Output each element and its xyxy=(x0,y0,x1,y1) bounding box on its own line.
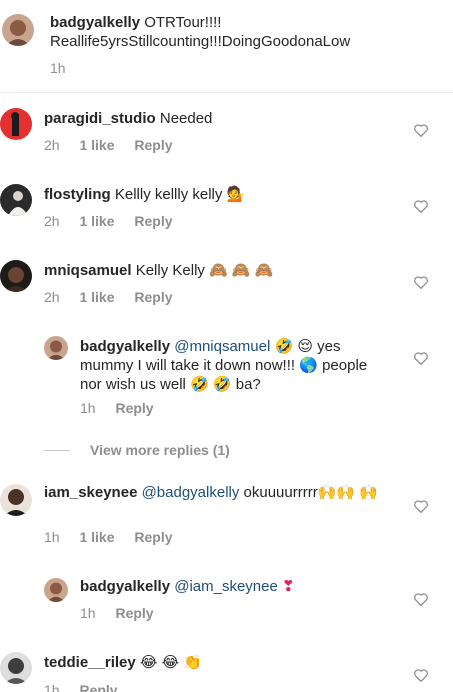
reply-time: 1h xyxy=(80,605,96,621)
reply-meta: 1h Reply xyxy=(80,400,170,416)
view-more-replies[interactable]: View more replies (1) xyxy=(44,442,230,458)
comment-text: paragidi_studio Needed xyxy=(44,109,212,128)
comment-time: 2h xyxy=(44,289,60,305)
comment-item: iam_skeynee @badgyalkelly okuuuurrrrr🙌🙌 … xyxy=(0,474,453,554)
avatar[interactable] xyxy=(0,184,32,216)
comment-meta: 2h 1 like Reply xyxy=(44,213,189,229)
comment-meta: 2h 1 like Reply xyxy=(44,137,189,153)
avatar[interactable] xyxy=(44,578,68,602)
like-icon[interactable] xyxy=(413,275,429,289)
reply-button[interactable]: Reply xyxy=(134,529,172,545)
comment-text: mniqsamuel Kelly Kelly 🙈 🙈 🙈 xyxy=(44,261,273,280)
comment-username[interactable]: teddie__riley xyxy=(44,654,136,671)
comment-likes[interactable]: 1 like xyxy=(79,213,114,229)
reply-username[interactable]: badgyalkelly xyxy=(80,578,170,595)
like-icon[interactable] xyxy=(413,592,429,606)
avatar[interactable] xyxy=(0,484,32,516)
caption-meta: 1h xyxy=(50,60,82,76)
comment-text: flostyling Kellly kellly kelly 💁 xyxy=(44,185,245,204)
comment-item: flostyling Kellly kellly kelly 💁 2h 1 li… xyxy=(0,176,453,246)
comment-text: teddie__riley 😂 😂 👏 xyxy=(44,653,202,672)
reply-username[interactable]: badgyalkelly xyxy=(80,338,170,355)
caption-block: badgyalkelly OTRTour!!!! Reallife5yrsSti… xyxy=(0,0,453,92)
comment-time: 1h xyxy=(44,682,60,692)
reply-button[interactable]: Reply xyxy=(115,605,153,621)
comment-content: Kelly Kelly 🙈 🙈 🙈 xyxy=(135,262,274,279)
avatar[interactable] xyxy=(2,14,34,46)
comment-time: 1h xyxy=(44,529,60,545)
comment-meta: 2h 1 like Reply xyxy=(44,289,189,305)
reply-text: badgyalkelly @iam_skeynee ❣ xyxy=(80,577,295,596)
comment-content: okuuuurrrrr🙌🙌 🙌 xyxy=(239,484,378,501)
comment-content: Kellly kellly kelly 💁 xyxy=(114,186,246,203)
like-icon[interactable] xyxy=(413,199,429,213)
like-icon[interactable] xyxy=(413,123,429,137)
comment-text: iam_skeynee @badgyalkelly okuuuurrrrr🙌🙌 … xyxy=(44,483,394,502)
like-icon[interactable] xyxy=(413,668,429,682)
avatar[interactable] xyxy=(0,260,32,292)
comment-content: Needed xyxy=(159,110,213,127)
reply-text: badgyalkelly @mniqsamuel 🤣 😌 yes mummy I… xyxy=(80,337,380,394)
comment-username[interactable]: mniqsamuel xyxy=(44,262,132,279)
avatar[interactable] xyxy=(44,336,68,360)
avatar[interactable] xyxy=(0,108,32,140)
like-icon[interactable] xyxy=(413,351,429,365)
comment-likes[interactable]: 1 like xyxy=(79,137,114,153)
reply-meta: 1h Reply xyxy=(80,605,170,621)
comment-time: 2h xyxy=(44,137,60,153)
comment-content: 😂 😂 👏 xyxy=(139,654,202,671)
avatar[interactable] xyxy=(0,652,32,684)
reply-button[interactable]: Reply xyxy=(134,213,172,229)
reply-button[interactable]: Reply xyxy=(134,137,172,153)
reply-mention[interactable]: @mniqsamuel xyxy=(174,338,270,355)
comment-likes[interactable]: 1 like xyxy=(79,289,114,305)
like-icon[interactable] xyxy=(413,499,429,513)
reply-button[interactable]: Reply xyxy=(115,400,153,416)
comment-time: 2h xyxy=(44,213,60,229)
comment-meta: 1h Reply xyxy=(44,682,134,692)
reply-button[interactable]: Reply xyxy=(79,682,117,692)
comment-likes[interactable]: 1 like xyxy=(79,529,114,545)
comment-mention[interactable]: @badgyalkelly xyxy=(142,484,240,501)
comment-username[interactable]: iam_skeynee xyxy=(44,484,137,501)
reply-time: 1h xyxy=(80,400,96,416)
divider xyxy=(0,92,453,93)
comment-item: paragidi_studio Needed 2h 1 like Reply xyxy=(0,100,453,170)
reply-mention[interactable]: @iam_skeynee xyxy=(174,578,278,595)
reply-button[interactable]: Reply xyxy=(134,289,172,305)
caption-username[interactable]: badgyalkelly xyxy=(50,14,140,31)
comment-meta: 1h 1 like Reply xyxy=(44,529,189,545)
comment-username[interactable]: paragidi_studio xyxy=(44,110,156,127)
comment-item: teddie__riley 😂 😂 👏 1h Reply xyxy=(0,646,453,692)
caption-text: badgyalkelly OTRTour!!!! Reallife5yrsSti… xyxy=(50,13,410,51)
comment-item: mniqsamuel Kelly Kelly 🙈 🙈 🙈 2h 1 like R… xyxy=(0,252,453,322)
reply-item: badgyalkelly @mniqsamuel 🤣 😌 yes mummy I… xyxy=(0,330,453,430)
comment-username[interactable]: flostyling xyxy=(44,186,111,203)
reply-content: ❣ xyxy=(277,578,295,595)
view-more-label: View more replies (1) xyxy=(90,442,230,458)
caption-time: 1h xyxy=(50,60,66,76)
reply-item: badgyalkelly @iam_skeynee ❣ 1h Reply xyxy=(0,570,453,630)
